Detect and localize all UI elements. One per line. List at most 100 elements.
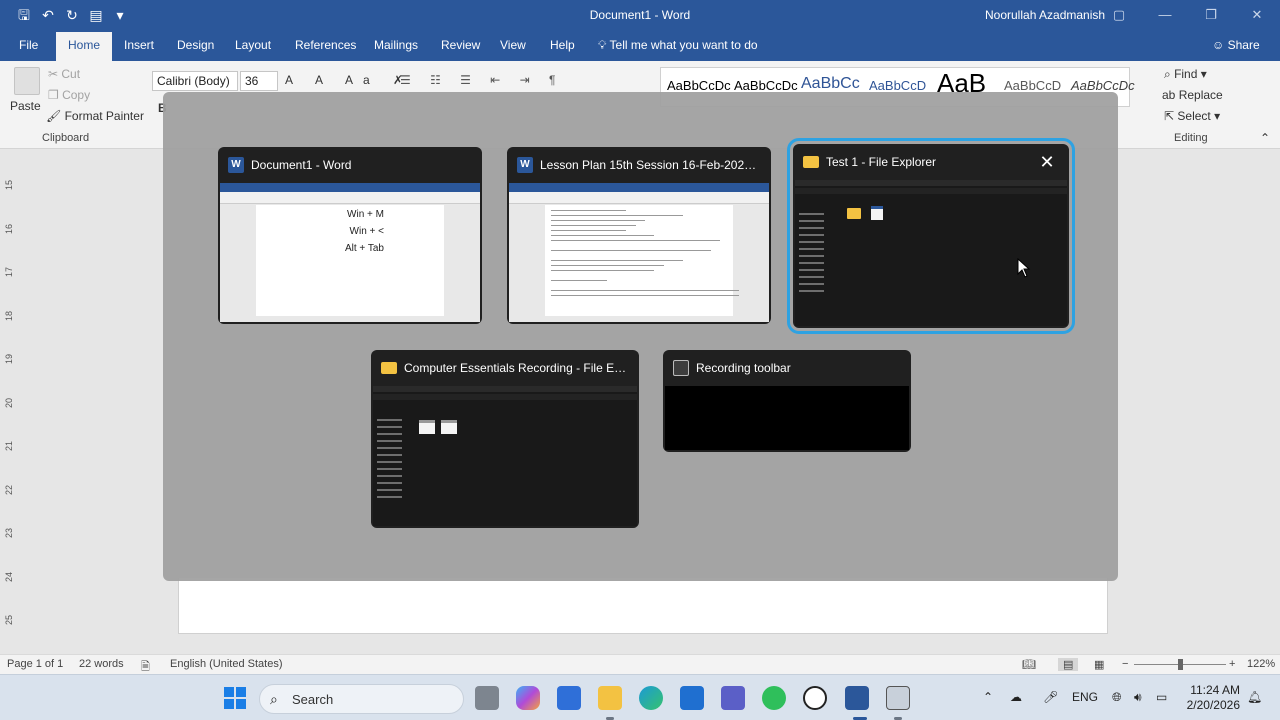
window-card-lesson-plan[interactable]: W Lesson Plan 15th Session 16-Feb-2026.d… [507,147,771,324]
copilot-icon[interactable] [516,686,540,710]
window-card-test1-explorer[interactable]: Test 1 - File Explorer ✕ [787,138,1075,334]
window-card-document1[interactable]: W Document1 - Word Win + M Win + < Alt +… [218,147,482,324]
lightbulb-icon: 💡︎ [598,38,610,52]
page-count[interactable]: Page 1 of 1 [7,658,63,670]
tab-layout[interactable]: Layout [235,38,271,52]
print-layout-icon[interactable]: ▤ [1058,658,1079,671]
whatsapp-icon[interactable] [762,686,786,710]
battery-icon[interactable]: ▭ [1156,690,1167,704]
select-button[interactable]: ⇱ Select ▾ [1164,109,1220,123]
ruler-number: 24 [4,571,15,582]
find-button[interactable]: ⌕ Find ▾ [1164,67,1207,82]
paste-button[interactable]: Paste [10,99,41,113]
format-painter-button[interactable]: 🖌︎ Format Painter [46,109,144,123]
read-mode-icon[interactable]: 📖︎ [1022,658,1036,671]
tell-me-label: Tell me what you want to do [609,38,758,52]
minimize-icon[interactable]: — [1142,0,1188,30]
style-emphasis[interactable]: AaBbCcDc [1071,78,1135,93]
tab-home[interactable]: Home [56,32,113,61]
font-size-box[interactable]: 36 [240,71,278,91]
volume-icon[interactable]: 🔊︎ [1134,690,1142,705]
copy-icon: ❐ [48,88,63,102]
file-explorer-icon[interactable] [598,686,622,710]
ruler-number: 17 [4,266,15,278]
thumb-text-line: Win + M [347,209,384,220]
task-view-icon[interactable] [475,686,499,710]
search-icon: ⌕ [270,691,278,707]
brush-icon: 🖌︎ [46,109,65,123]
editing-group-label: Editing [1174,132,1208,144]
cut-label: Cut [61,67,81,81]
style-normal[interactable]: AaBbCcDc [667,78,731,93]
ruler-number: 16 [4,223,15,234]
microphone-icon[interactable]: 🎤︎ [1043,690,1058,704]
ruler-number: 22 [4,484,15,495]
ribbon-display-icon[interactable]: ▢ [1096,0,1142,30]
window-card-recording-explorer[interactable]: Computer Essentials Recording - File Exp… [371,350,639,528]
taskbar-search[interactable]: ⌕ Search [259,684,464,714]
zoom-level[interactable]: 122% [1247,658,1275,670]
style-no-spacing[interactable]: AaBbCcDc [734,78,798,93]
task-switcher: W Document1 - Word Win + M Win + < Alt +… [163,92,1118,581]
user-name[interactable]: Noorullah Azadmanish [985,8,1105,22]
zoom-out-icon[interactable]: − [1122,658,1128,670]
window-card-title: Computer Essentials Recording - File Exp… [404,361,630,375]
store-icon[interactable] [557,686,581,710]
find-label: Find [1174,67,1198,81]
word-taskbar-icon[interactable] [845,686,869,710]
collapse-ribbon-icon[interactable]: ⌃ [1260,131,1270,145]
style-heading1[interactable]: AaBbCc [801,75,860,93]
close-window-icon[interactable]: ✕ [1234,0,1280,30]
share-button[interactable]: ☺ Share [1212,38,1260,52]
style-heading2[interactable]: AaBbCcD [869,78,926,93]
show-hidden-icons-icon[interactable]: ⌃ [983,690,993,704]
tab-file[interactable]: File [19,38,38,52]
network-icon[interactable]: 🌐︎ [1112,690,1122,705]
window-card-header: Computer Essentials Recording - File Exp… [371,350,639,386]
copy-button[interactable]: ❐ Copy [48,88,90,102]
start-button[interactable] [223,686,247,710]
replace-button[interactable]: ab Replace [1162,88,1223,102]
restore-icon[interactable]: ❐ [1188,0,1234,30]
system-clock[interactable]: 11:24 AM 2/20/2026 [1180,683,1240,713]
input-language[interactable]: ENG [1072,690,1098,704]
style-subtitle[interactable]: AaBbCcD [1004,78,1061,93]
recording-app-icon[interactable] [886,686,910,710]
window-card-recording-toolbar[interactable]: Recording toolbar [663,350,911,452]
zoom-slider-thumb[interactable] [1178,659,1183,670]
edge-icon[interactable] [639,686,663,710]
web-layout-icon[interactable]: ▦ [1094,658,1104,671]
folder-icon [381,362,397,374]
tab-view[interactable]: View [500,38,526,52]
onedrive-icon[interactable]: ☁ [1010,690,1022,704]
tab-help[interactable]: Help [550,38,575,52]
magnifier-icon: ⌕ [1164,67,1175,81]
tab-mailings[interactable]: Mailings [374,38,418,52]
folder-icon [803,156,819,168]
status-bar: Page 1 of 1 22 words 🗎︎ English (United … [0,654,1280,674]
word-icon: W [517,157,533,173]
outlook-icon[interactable] [680,686,704,710]
tab-insert[interactable]: Insert [124,38,154,52]
language-status[interactable]: English (United States) [170,658,283,670]
cut-button[interactable]: ✂ Cut [48,67,80,81]
tab-review[interactable]: Review [441,38,480,52]
font-tools[interactable]: A A Aa ✗ [285,73,413,87]
font-name-box[interactable]: Calibri (Body) [152,71,238,91]
tell-me-box[interactable]: 💡︎ Tell me what you want to do [598,38,758,53]
word-count[interactable]: 22 words [79,658,124,670]
teams-icon[interactable] [721,686,745,710]
close-icon[interactable]: ✕ [1037,152,1057,172]
document-page[interactable] [178,578,1108,634]
window-thumbnail [665,386,909,450]
zoom-in-icon[interactable]: + [1229,658,1235,670]
tab-references[interactable]: References [295,38,356,52]
tab-design[interactable]: Design [177,38,214,52]
paragraph-tools[interactable]: ☰ ☷ ☰ ⇤ ⇥ ¶ [400,73,564,87]
chatgpt-icon[interactable] [803,686,827,710]
person-icon: ☺ [1212,38,1228,52]
paste-icon[interactable] [14,67,40,95]
format-painter-label: Format Painter [64,109,144,123]
vertical-ruler: 15 16 17 18 19 20 21 22 23 24 25 [0,150,18,655]
notifications-icon[interactable]: 🔔︎ [1247,690,1262,704]
